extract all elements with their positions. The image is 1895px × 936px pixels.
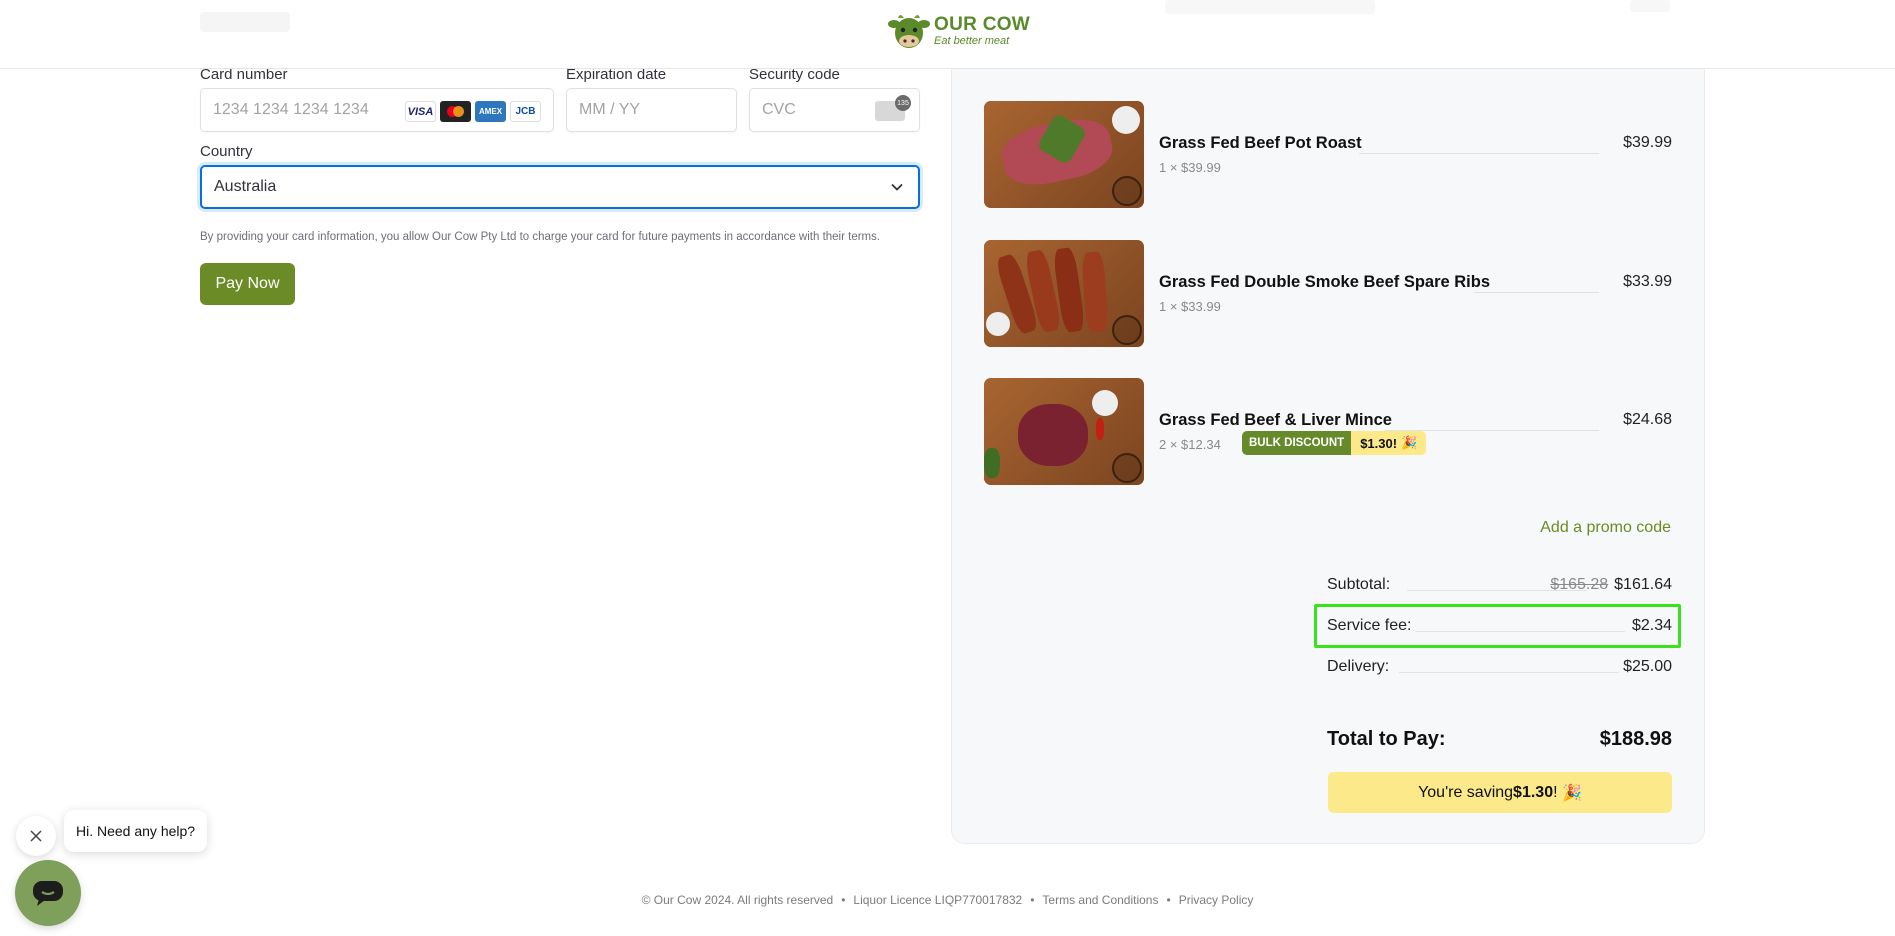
country-select[interactable]: Australia bbox=[200, 165, 920, 209]
item-price: $33.99 bbox=[1623, 273, 1672, 290]
chat-close-button[interactable] bbox=[16, 816, 56, 856]
card-brand-logos: VISA AMEX JCB bbox=[405, 101, 541, 122]
service-fee-label: Service fee: bbox=[1327, 617, 1412, 634]
mastercard-icon bbox=[440, 101, 471, 122]
terms-link[interactable]: Terms and Conditions bbox=[1042, 893, 1158, 907]
site-footer: © Our Cow 2024. All rights reserved • Liqu… bbox=[641, 893, 1254, 907]
item-quantity: 1 × $33.99 bbox=[1159, 299, 1221, 314]
site-logo[interactable]: OUR COW Eat better meat bbox=[888, 12, 1030, 50]
cow-logo-icon bbox=[888, 15, 930, 48]
item-price: $24.68 bbox=[1623, 411, 1672, 428]
card-number-placeholder: 1234 1234 1234 1234 bbox=[213, 101, 369, 118]
item-name: Grass Fed Beef Pot Roast bbox=[1159, 134, 1362, 152]
expiration-input[interactable]: MM / YY bbox=[566, 88, 737, 132]
bulk-discount-value: $1.30! 🎉 bbox=[1351, 431, 1427, 455]
item-quantity: 1 × $39.99 bbox=[1159, 160, 1221, 175]
header-faded-text bbox=[1165, 0, 1375, 14]
chat-icon bbox=[33, 881, 63, 906]
bulk-discount-badge: BULK DISCOUNT $1.30! 🎉 bbox=[1242, 431, 1427, 455]
delivery-value: $25.00 bbox=[1623, 658, 1672, 675]
party-popper-icon: 🎉 bbox=[1562, 784, 1582, 802]
chat-launcher-button[interactable] bbox=[15, 860, 81, 926]
cart-item: Grass Fed Double Smoke Beef Spare Ribs $… bbox=[984, 240, 1672, 348]
cvc-card-icon: 135 bbox=[875, 95, 911, 121]
chevron-down-icon bbox=[891, 183, 903, 191]
subtotal-label: Subtotal: bbox=[1327, 576, 1391, 593]
card-terms-text: By providing your card information, you … bbox=[200, 231, 881, 243]
delivery-row: Delivery: $25.00 bbox=[1327, 654, 1672, 678]
privacy-link[interactable]: Privacy Policy bbox=[1179, 893, 1254, 907]
chat-greeting-text: Hi. Need any help? bbox=[76, 823, 196, 839]
savings-banner: You're saving $1.30! 🎉 bbox=[1328, 772, 1672, 813]
subtotal-original: $165.28 bbox=[1550, 576, 1609, 593]
service-fee-row: Service fee: $2.34 bbox=[1327, 613, 1672, 637]
header-faded-price bbox=[1630, 0, 1670, 12]
subtotal-value: $161.64 bbox=[1614, 576, 1672, 593]
item-name: Grass Fed Beef & Liver Mince bbox=[1159, 411, 1392, 429]
total-row: Total to Pay: $188.98 bbox=[1327, 728, 1672, 751]
header-faded-heading bbox=[200, 12, 290, 32]
country-label: Country bbox=[200, 143, 253, 160]
delivery-label: Delivery: bbox=[1327, 658, 1390, 675]
card-number-input[interactable]: 1234 1234 1234 1234 VISA AMEX JCB bbox=[200, 88, 554, 132]
party-popper-icon: 🎉 bbox=[1401, 435, 1418, 450]
bulk-discount-label: BULK DISCOUNT bbox=[1242, 431, 1352, 455]
item-name: Grass Fed Double Smoke Beef Spare Ribs bbox=[1159, 273, 1491, 291]
expiration-placeholder: MM / YY bbox=[579, 101, 641, 118]
add-promo-code-link[interactable]: Add a promo code bbox=[1540, 519, 1671, 537]
service-fee-value: $2.34 bbox=[1631, 617, 1672, 634]
product-image bbox=[984, 378, 1144, 485]
cart-item: Grass Fed Beef & Liver Mince $24.68 2 × … bbox=[984, 378, 1672, 486]
savings-amount: $1.30 bbox=[1513, 783, 1554, 801]
item-quantity: 2 × $12.34 bbox=[1159, 437, 1221, 452]
site-header: OUR COW Eat better meat bbox=[0, 0, 1895, 69]
cart-item: Grass Fed Beef Pot Roast $39.99 1 × $39.… bbox=[984, 101, 1672, 209]
subtotal-row: Subtotal: $165.28 $161.64 bbox=[1327, 572, 1672, 596]
logo-tagline: Eat better meat bbox=[934, 35, 1010, 47]
product-image bbox=[984, 240, 1144, 347]
security-code-input[interactable]: CVC 135 bbox=[749, 88, 920, 132]
chat-greeting-bubble[interactable]: Hi. Need any help? bbox=[64, 810, 208, 852]
footer-copyright: © Our Cow 2024. All rights reserved bbox=[641, 893, 834, 907]
amex-icon: AMEX bbox=[475, 101, 506, 122]
total-label: Total to Pay: bbox=[1327, 728, 1446, 750]
product-image bbox=[984, 101, 1144, 208]
cvc-placeholder: CVC bbox=[762, 101, 796, 118]
jcb-icon: JCB bbox=[510, 101, 541, 122]
pay-now-button[interactable]: Pay Now bbox=[200, 263, 295, 305]
logo-title: OUR COW bbox=[934, 14, 1031, 35]
country-value: Australia bbox=[214, 178, 277, 195]
close-icon bbox=[30, 830, 42, 842]
visa-icon: VISA bbox=[405, 101, 436, 122]
item-price: $39.99 bbox=[1623, 134, 1672, 151]
footer-licence: Liquor Licence LIQP770017832 bbox=[853, 893, 1023, 907]
total-value: $188.98 bbox=[1599, 728, 1672, 750]
